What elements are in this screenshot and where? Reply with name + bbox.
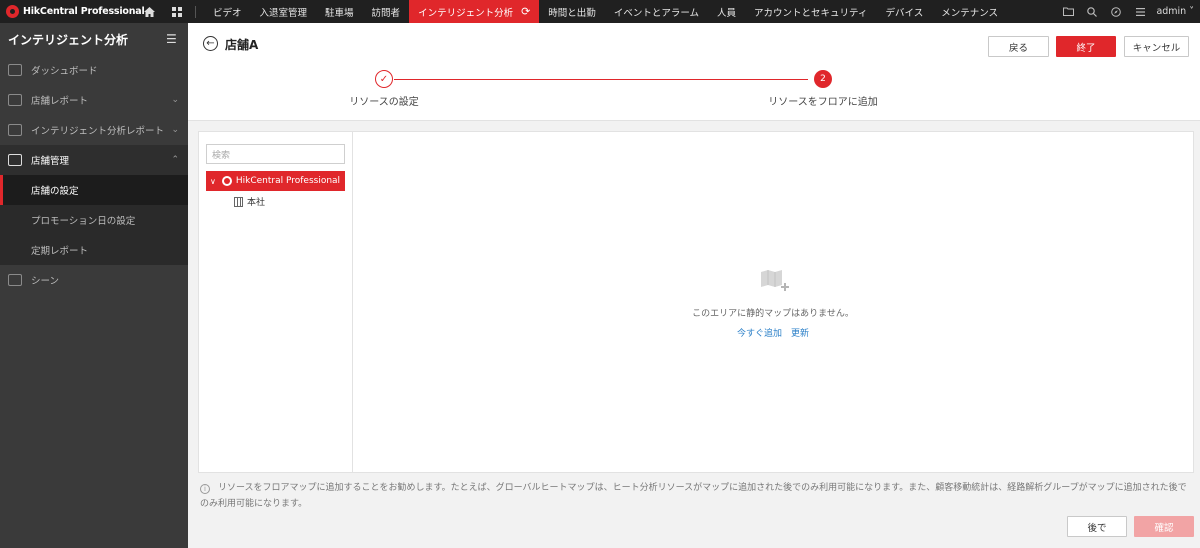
page-header: ← 店舗A 戻る 終了 キャンセル ✓ 2 リソースの設定 リソースをフロアに追… <box>188 23 1200 121</box>
add-map-icon <box>761 270 789 291</box>
home-icon[interactable] <box>135 0 163 23</box>
building-icon <box>234 196 243 207</box>
back-button[interactable]: 戻る <box>988 36 1049 57</box>
dashboard-icon <box>8 64 22 76</box>
hint-message: リソースをフロアマップに追加することをお勧めします。たとえば、グローバルヒートマ… <box>200 483 1187 509</box>
analysis-report-icon <box>8 124 22 136</box>
nav-event-alarm[interactable]: イベントとアラーム <box>605 0 708 23</box>
sidebar-subitem-scheduled-report[interactable]: 定期レポート <box>0 235 188 265</box>
module-nav: ビデオ 入退室管理 駐車場 訪問者 インテリジェント分析 ⟳ 時間と出勤 イベン… <box>204 0 1007 23</box>
store-management-icon <box>8 154 22 166</box>
user-menu[interactable]: admin ˅ <box>1152 6 1200 17</box>
page-title: 店舗A <box>225 38 259 52</box>
tree-node-label: HikCentral Professional <box>235 176 341 186</box>
compass-icon[interactable] <box>1104 0 1128 23</box>
hikcentral-logo-icon <box>6 5 19 18</box>
top-right-tools: admin ˅ <box>1056 0 1200 23</box>
content-panel: 検索 ∨ HikCentral Professional 本社 このエリアに静的… <box>198 131 1194 473</box>
scene-icon <box>8 274 22 286</box>
sidebar-item-label: シーン <box>31 276 60 287</box>
nav-device[interactable]: デバイス <box>876 0 932 23</box>
chevron-down-icon: ˅ <box>1189 6 1194 17</box>
tree-node-label: 本社 <box>247 198 266 208</box>
sidebar-item-label: 店舗レポート <box>31 96 89 107</box>
sidebar-title: インテリジェント分析 <box>8 32 129 47</box>
hint-text: i リソースをフロアマップに追加することをお勧めします。たとえば、グローバルヒート… <box>200 480 1194 512</box>
globe-icon <box>221 176 232 186</box>
sidebar-item-label: 店舗管理 <box>31 156 70 167</box>
tree-node-headquarters[interactable]: 本社 <box>234 195 265 208</box>
chevron-up-icon: ⌃ <box>171 155 179 165</box>
search-input[interactable]: 検索 <box>206 144 345 164</box>
map-area: このエリアに静的マップはありません。 今すぐ追加 更新 <box>353 132 1193 472</box>
username: admin <box>1156 6 1187 17</box>
refresh-icon[interactable]: ⟳ <box>521 5 530 18</box>
nav-video[interactable]: ビデオ <box>204 0 251 23</box>
nav-account-security[interactable]: アカウントとセキュリティ <box>745 0 876 23</box>
sidebar-item-scene[interactable]: シーン <box>0 265 188 295</box>
info-icon: i <box>200 484 210 494</box>
sidebar-item-dashboard[interactable]: ダッシュボード <box>0 55 188 85</box>
sidebar-subitem-promotion-days[interactable]: プロモーション日の設定 <box>0 205 188 235</box>
empty-map-actions: 今すぐ追加 更新 <box>353 326 1193 339</box>
nav-person[interactable]: 人員 <box>708 0 745 23</box>
sidebar-item-analysis-report[interactable]: インテリジェント分析レポート ⌄ <box>0 115 188 145</box>
nav-intelligent-analysis-label: インテリジェント分析 <box>418 7 514 19</box>
app-logo[interactable]: HikCentral Professional <box>0 0 145 23</box>
wizard-progress-line <box>394 79 808 80</box>
nav-access-control[interactable]: 入退室管理 <box>251 0 317 23</box>
menu-icon[interactable] <box>1128 0 1152 23</box>
finish-button[interactable]: 終了 <box>1056 36 1116 57</box>
tree-node-root[interactable]: ∨ HikCentral Professional <box>206 171 345 191</box>
refresh-link[interactable]: 更新 <box>791 329 809 339</box>
sidebar: インテリジェント分析 ☰ ダッシュボード 店舗レポート ⌄ インテリジェント分析… <box>0 23 188 548</box>
nav-intelligent-analysis[interactable]: インテリジェント分析 ⟳ <box>409 0 540 23</box>
step1-check-icon: ✓ <box>375 70 393 88</box>
nav-maintenance[interactable]: メンテナンス <box>932 0 1007 23</box>
app-title: HikCentral Professional <box>23 6 145 17</box>
sidebar-item-label: インテリジェント分析レポート <box>31 126 165 137</box>
store-report-icon <box>8 94 22 106</box>
step1-label: リソースの設定 <box>349 97 419 108</box>
later-button[interactable]: 後で <box>1067 516 1127 537</box>
nav-time-attendance[interactable]: 時間と出勤 <box>539 0 605 23</box>
sidebar-item-store-management[interactable]: 店舗管理 ⌃ <box>0 145 188 175</box>
step2-label: リソースをフロアに追加 <box>768 97 878 108</box>
top-navigation-bar: HikCentral Professional ビデオ 入退室管理 駐車場 訪問… <box>0 0 1200 23</box>
sidebar-header: インテリジェント分析 ☰ <box>0 23 188 55</box>
collapse-sidebar-icon[interactable]: ☰ <box>166 33 180 45</box>
add-now-link[interactable]: 今すぐ追加 <box>737 329 782 339</box>
nav-parking[interactable]: 駐車場 <box>316 0 363 23</box>
sidebar-item-label: ダッシュボード <box>31 66 98 77</box>
divider <box>195 5 196 18</box>
resource-tree-pane: 検索 ∨ HikCentral Professional 本社 <box>199 132 353 472</box>
empty-map-message: このエリアに静的マップはありません。 <box>692 309 854 319</box>
apps-grid-icon[interactable] <box>163 0 191 23</box>
confirm-button[interactable]: 確認 <box>1134 516 1194 537</box>
chevron-down-icon: ⌄ <box>171 95 179 105</box>
search-icon[interactable] <box>1080 0 1104 23</box>
nav-visitor[interactable]: 訪問者 <box>363 0 410 23</box>
folder-icon[interactable] <box>1056 0 1080 23</box>
chevron-down-icon[interactable]: ∨ <box>210 177 216 186</box>
chevron-down-icon: ⌄ <box>171 125 179 135</box>
cancel-button[interactable]: キャンセル <box>1124 36 1189 57</box>
step2-number: 2 <box>814 70 832 88</box>
sidebar-subitem-store-settings[interactable]: 店舗の設定 <box>0 175 188 205</box>
back-arrow-icon[interactable]: ← <box>203 36 218 51</box>
sidebar-item-store-report[interactable]: 店舗レポート ⌄ <box>0 85 188 115</box>
